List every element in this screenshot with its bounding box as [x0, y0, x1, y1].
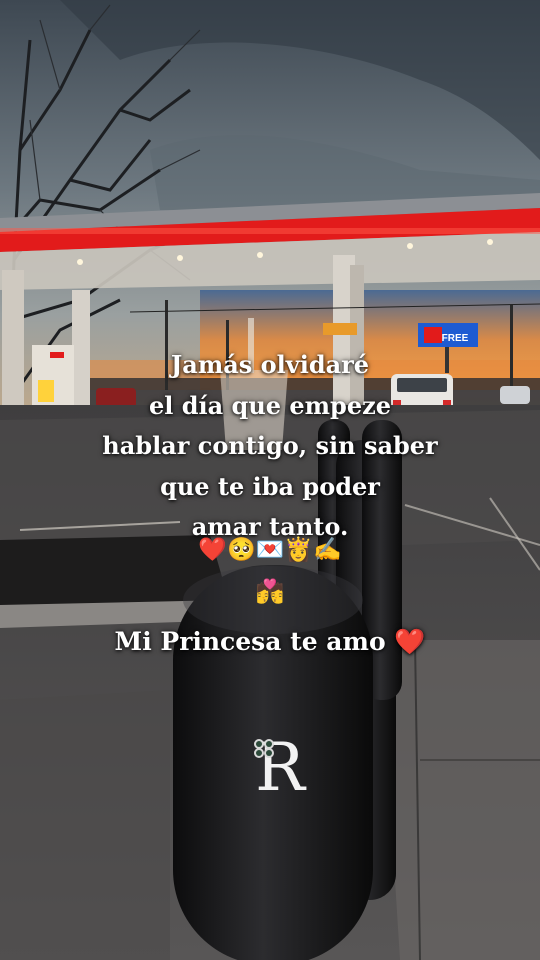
poem-line: que te iba poder	[160, 471, 380, 501]
billboard-text: FREE	[442, 333, 469, 344]
emoji-row: ❤️🥺💌👸✍️	[198, 537, 342, 563]
poem-line: el día que empeze	[148, 390, 391, 420]
r-logo: R	[254, 729, 307, 798]
couple-kiss-emoji: 💏	[255, 579, 285, 605]
logo-letter: R	[255, 729, 307, 798]
photo-story: FREE Jamás olvidaré el día que empeze ha…	[0, 0, 540, 960]
poem-line: Jamás olvidaré	[170, 350, 370, 379]
signoff-text: Mi Princesa te amo ❤️	[114, 627, 426, 656]
poem-line: hablar contigo, sin saber	[102, 431, 438, 460]
poem-text: Jamás olvidaré el día que empeze hablar …	[0, 345, 540, 548]
